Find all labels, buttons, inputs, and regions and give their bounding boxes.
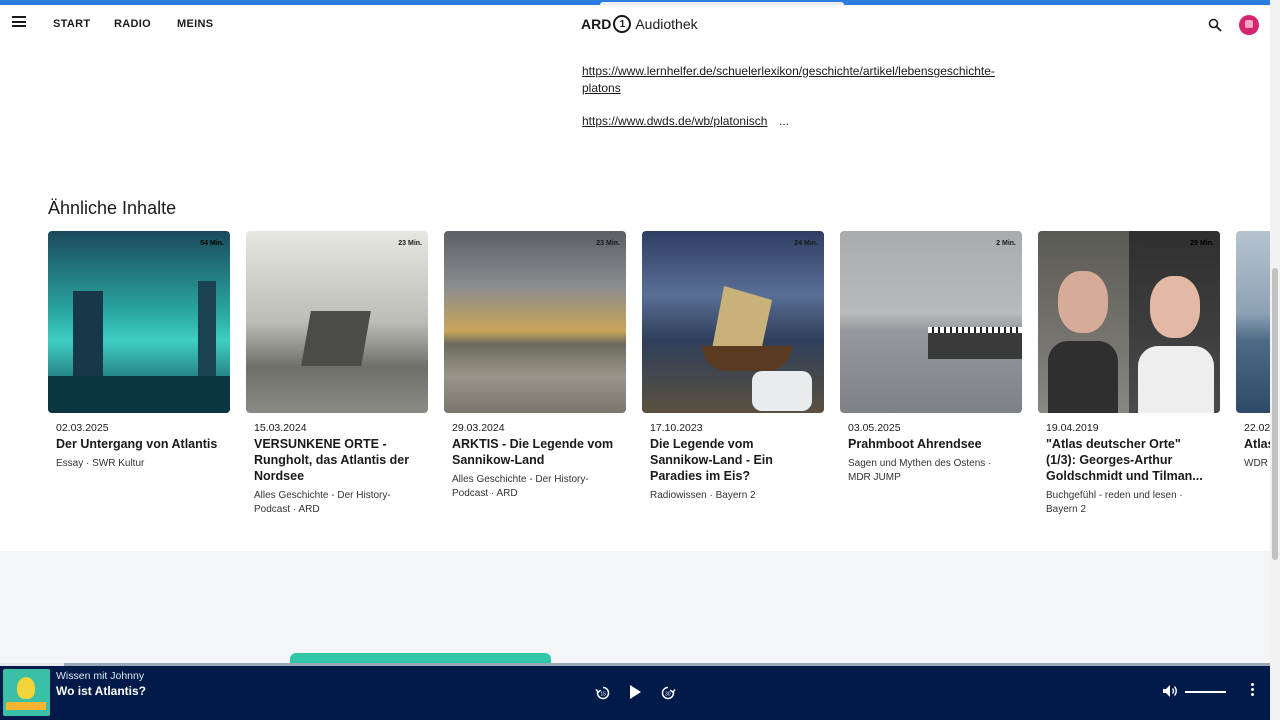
card-title: Der Untergang von Atlantis: [56, 437, 218, 451]
audio-player: Wissen mit Johnny Wo ist Atlantis? 15 30: [0, 666, 1270, 720]
card-thumbnail: 2 Min.: [840, 231, 1022, 413]
shirt-right: [1138, 346, 1214, 413]
ard-audiothek-logo[interactable]: ARD 1 Audiothek: [581, 15, 698, 33]
content-card[interactable]: 23 Min. 15.03.2024 VERSUNKENE ORTE - Run…: [246, 231, 428, 517]
card-date: 17.10.2023: [650, 422, 703, 434]
user-avatar[interactable]: [1239, 15, 1259, 35]
player-show-title[interactable]: Wissen mit Johnny: [56, 670, 144, 682]
card-date: 19.04.2019: [1046, 422, 1099, 434]
card-title: Die Legende vom Sannikow-Land - Ein Para…: [650, 437, 773, 483]
ice-floe: [752, 371, 812, 411]
logo-ard: ARD: [581, 16, 612, 32]
forward-30-icon[interactable]: 30: [660, 685, 676, 701]
card-meta: Alles Geschichte - Der History-Podcast ·…: [452, 474, 589, 499]
boat-hull: [702, 346, 792, 371]
nav-start[interactable]: START: [53, 18, 90, 30]
content-card[interactable]: 22.02 Atlas Insel Reise WDR: [1236, 231, 1270, 471]
card-thumbnail: 23 Min.: [444, 231, 626, 413]
card-meta: Radiowissen · Bayern 2: [650, 490, 756, 501]
lighthouse: [198, 281, 216, 381]
water: [48, 376, 230, 413]
content-card[interactable]: 54 Min. 02.03.2025 Der Untergang von Atl…: [48, 231, 230, 471]
card-date: 03.05.2025: [848, 422, 901, 434]
duration-badge: 54 Min.: [200, 240, 224, 247]
episode-cover[interactable]: [3, 669, 50, 716]
card-date: 22.02: [1244, 422, 1270, 434]
play-icon[interactable]: [628, 684, 642, 700]
scrollbar-thumb[interactable]: [1272, 268, 1278, 560]
rewind-15-icon[interactable]: 15: [595, 685, 611, 701]
content-card[interactable]: 29 Min. 19.04.2019 "Atlas deutscher Orte…: [1038, 231, 1220, 517]
card-meta: Essay · SWR Kultur: [56, 458, 145, 469]
face-left: [1058, 271, 1108, 333]
svg-text:15: 15: [600, 692, 606, 698]
duration-badge: 23 Min.: [398, 240, 422, 247]
card-title: VERSUNKENE ORTE - Rungholt, das Atlantis…: [254, 437, 410, 483]
nav-meins[interactable]: MEINS: [177, 18, 213, 30]
player-episode-title[interactable]: Wo ist Atlantis?: [56, 684, 146, 698]
volume-slider[interactable]: [1185, 691, 1226, 693]
card-date: 15.03.2024: [254, 422, 307, 434]
card-date: 02.03.2025: [56, 422, 109, 434]
logo-one: 1: [613, 15, 632, 33]
duration-badge: 23 Min.: [596, 240, 620, 247]
card-meta: Sagen und Mythen des Ostens · MDR JUMP: [848, 458, 992, 483]
duration-badge: 29 Min.: [1190, 240, 1214, 247]
top-navigation: START RADIO MEINS ARD 1 Audiothek: [0, 5, 1270, 43]
duration-badge: 2 Min.: [996, 240, 1016, 247]
card-title: Prahmboot Ahrendsee: [848, 437, 982, 451]
search-icon[interactable]: [1208, 18, 1222, 32]
face-right: [1150, 276, 1200, 338]
similar-content-heading: Ähnliche Inhalte: [48, 198, 177, 218]
card-thumbnail: 54 Min.: [48, 231, 230, 413]
more-vertical-icon[interactable]: [1251, 683, 1255, 697]
content-card[interactable]: 2 Min. 03.05.2025 Prahmboot Ahrendsee Sa…: [840, 231, 1022, 485]
content-card[interactable]: 23 Min. 29.03.2024 ARKTIS - Die Legende …: [444, 231, 626, 501]
more-ellipsis: ...: [779, 114, 790, 128]
card-meta: Buchgefühl - reden und lesen · Bayern 2: [1046, 490, 1183, 515]
source-link-lernhelfer[interactable]: https://www.lernhelfer.de/schuelerlexiko…: [582, 63, 1022, 97]
card-title: "Atlas deutscher Orte" (1/3): Georges-Ar…: [1046, 437, 1203, 483]
card-meta: WDR: [1244, 458, 1268, 469]
footer-area: [0, 551, 1270, 663]
castle-tower: [73, 291, 103, 381]
duration-badge: 24 Min.: [794, 240, 818, 247]
content-card[interactable]: 24 Min. 17.10.2023 Die Legende vom Sanni…: [642, 231, 824, 503]
card-title: ARKTIS - Die Legende vom Sannikow-Land: [452, 437, 614, 467]
card-thumbnail: 29 Min.: [1038, 231, 1220, 413]
card-title: Atlas Insel Reise: [1244, 437, 1270, 451]
ruined-house: [301, 311, 371, 366]
similar-content-carousel: 54 Min. 02.03.2025 Der Untergang von Atl…: [48, 231, 1270, 531]
logo-audiothek: Audiothek: [635, 16, 698, 32]
source-link-dwds[interactable]: https://www.dwds.de/wb/platonisch: [582, 113, 767, 130]
card-date: 29.03.2024: [452, 422, 505, 434]
svg-text:30: 30: [665, 692, 671, 698]
card-thumbnail: 23 Min.: [246, 231, 428, 413]
card-thumbnail: 24 Min.: [642, 231, 824, 413]
card-meta: Alles Geschichte - Der History-Podcast ·…: [254, 490, 391, 515]
card-thumbnail: [1236, 231, 1270, 413]
sweater-left: [1048, 341, 1118, 413]
volume-icon[interactable]: [1162, 684, 1178, 698]
jetty-posts: [928, 333, 1022, 359]
nav-radio[interactable]: RADIO: [114, 18, 151, 30]
menu-icon[interactable]: [12, 16, 26, 30]
